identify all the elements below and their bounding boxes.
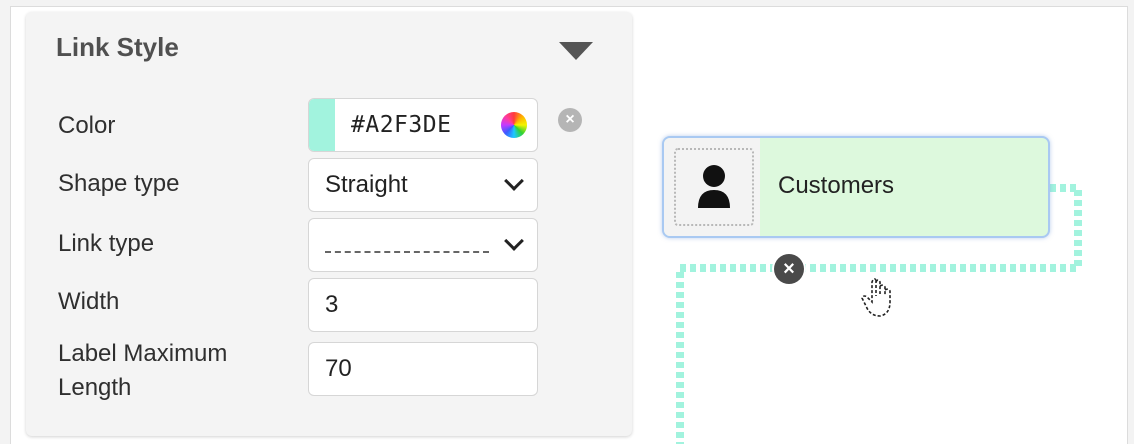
width-input[interactable]: 3 — [308, 278, 538, 332]
color-label: Color — [58, 112, 116, 139]
label-max-length-label-line2: Length — [58, 374, 132, 401]
shape-type-value: Straight — [325, 171, 408, 198]
shape-type-select[interactable]: Straight — [308, 158, 538, 212]
person-icon — [698, 165, 730, 208]
color-field[interactable]: #A2F3DE — [308, 98, 538, 152]
shape-type-label: Shape type — [58, 170, 180, 197]
link-type-label: Link type — [58, 230, 155, 257]
node-icon-frame — [674, 148, 754, 226]
panel-title: Link Style — [56, 32, 179, 62]
link-style-panel: Link Style Color #A2F3DE × Shape type St… — [26, 12, 632, 436]
delete-link-button[interactable]: × — [774, 254, 804, 284]
link-type-select[interactable] — [308, 218, 538, 272]
node-label: Customers — [778, 172, 895, 199]
label-max-length-label-line1: Label Maximum — [58, 340, 228, 367]
collapse-toggle[interactable] — [558, 42, 594, 64]
label-max-length-value: 70 — [325, 355, 352, 382]
color-picker-icon[interactable] — [501, 112, 527, 138]
color-value: #A2F3DE — [351, 112, 452, 138]
label-max-length-input[interactable]: 70 — [308, 342, 538, 396]
width-value: 3 — [325, 291, 339, 318]
node-icon-area — [664, 138, 760, 236]
chevron-down-icon — [559, 42, 593, 60]
customers-node[interactable]: Customers — [662, 136, 1050, 238]
dashed-line-preview — [325, 251, 489, 253]
chevron-down-icon — [504, 171, 524, 191]
chevron-down-icon — [504, 231, 524, 251]
hand-cursor-icon — [861, 278, 891, 317]
clear-icon[interactable]: × — [558, 108, 582, 132]
color-swatch — [309, 99, 335, 151]
width-label: Width — [58, 288, 120, 315]
